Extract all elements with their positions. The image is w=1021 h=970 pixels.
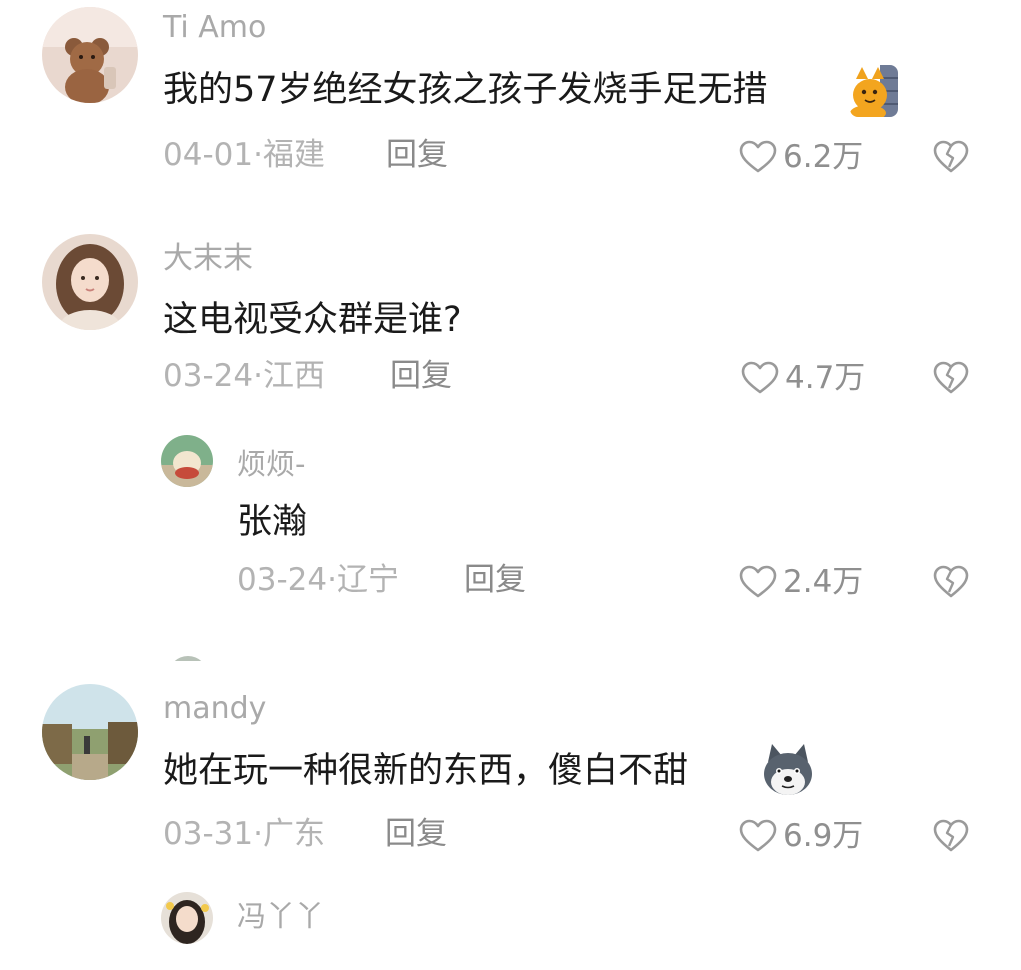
- comment-item: Ti Amo 我的57岁绝经女孩之孩子发烧手足无措 04-01·福建 回复 6.…: [0, 0, 1021, 200]
- avatar[interactable]: [42, 7, 138, 103]
- comment-text: 这电视受众群是谁?: [163, 300, 462, 340]
- teddy-bear-avatar-icon: [42, 7, 138, 103]
- like-count: 2.4万: [783, 563, 864, 600]
- reply-button[interactable]: 回复: [385, 819, 447, 850]
- username[interactable]: mandy: [163, 694, 266, 724]
- cat-emoji-icon: [850, 65, 898, 117]
- broken-heart-icon: [933, 565, 969, 598]
- like-count: 4.7万: [785, 359, 866, 396]
- like-button[interactable]: 2.4万: [739, 562, 863, 602]
- avatar[interactable]: [42, 234, 138, 330]
- reply-item: 烦烦- 张瀚 03-24·辽宁 回复 2.4万: [0, 425, 1021, 615]
- reply-button[interactable]: 回复: [390, 361, 452, 392]
- heart-icon: [741, 361, 779, 394]
- avatar[interactable]: [161, 892, 213, 944]
- like-count: 6.9万: [783, 817, 864, 854]
- username[interactable]: 烦烦-: [237, 450, 305, 479]
- reply-item: 冯丫丫: [0, 880, 1021, 970]
- dislike-button[interactable]: [933, 140, 969, 174]
- location: 辽宁: [336, 562, 399, 598]
- date: 03-24: [237, 562, 328, 598]
- reply-button[interactable]: 回复: [386, 140, 448, 171]
- username[interactable]: Ti Amo: [163, 13, 266, 43]
- heart-icon: [739, 140, 777, 173]
- avatar[interactable]: [42, 684, 138, 780]
- comment-meta: 03-24·辽宁: [237, 565, 399, 596]
- broken-heart-icon: [933, 140, 969, 173]
- dislike-button[interactable]: [933, 361, 969, 395]
- broken-heart-icon: [933, 361, 969, 394]
- heart-icon: [739, 819, 777, 852]
- like-button[interactable]: 4.7万: [741, 358, 865, 398]
- comment-text: 她在玩一种很新的东西，傻白不甜: [163, 751, 689, 791]
- comment-item: mandy 她在玩一种很新的东西，傻白不甜 03-31·广东 回复 6.9万: [0, 670, 1021, 870]
- landscape-avatar-icon: [42, 684, 138, 780]
- comment-text: 我的57岁绝经女孩之孩子发烧手足无措: [163, 70, 768, 110]
- dislike-button[interactable]: [933, 565, 969, 599]
- like-button[interactable]: 6.2万: [739, 137, 863, 177]
- comment-text: 张瀚: [237, 502, 308, 542]
- comment-meta: 04-01·福建: [163, 140, 325, 171]
- avatar[interactable]: [161, 435, 213, 487]
- date: 04-01: [163, 137, 254, 173]
- girl-avatar-2-icon: [161, 892, 213, 944]
- dislike-button[interactable]: [933, 819, 969, 853]
- date: 03-31: [163, 816, 254, 852]
- like-count: 6.2万: [783, 138, 864, 175]
- location: 福建: [262, 137, 325, 173]
- separator: ·: [253, 816, 263, 852]
- date: 03-24: [163, 358, 254, 394]
- food-avatar-icon: [161, 435, 213, 487]
- heart-icon: [739, 565, 777, 598]
- location: 广东: [262, 816, 325, 852]
- separator: ·: [253, 137, 263, 173]
- girl-avatar-icon: [42, 234, 138, 330]
- comment-meta: 03-31·广东: [163, 819, 325, 850]
- location: 江西: [262, 358, 325, 394]
- like-button[interactable]: 6.9万: [739, 816, 863, 856]
- collapsed-avatar-sliver: [168, 656, 208, 661]
- separator: ·: [253, 358, 263, 394]
- username[interactable]: 大末末: [163, 244, 253, 274]
- comment-item: 大末末 这电视受众群是谁? 03-24·江西 回复 4.7万: [0, 220, 1021, 410]
- comment-meta: 03-24·江西: [163, 361, 325, 392]
- broken-heart-icon: [933, 819, 969, 852]
- separator: ·: [327, 562, 337, 598]
- username[interactable]: 冯丫丫: [237, 902, 324, 931]
- husky-dog-emoji-icon: [760, 742, 816, 798]
- reply-button[interactable]: 回复: [464, 565, 526, 596]
